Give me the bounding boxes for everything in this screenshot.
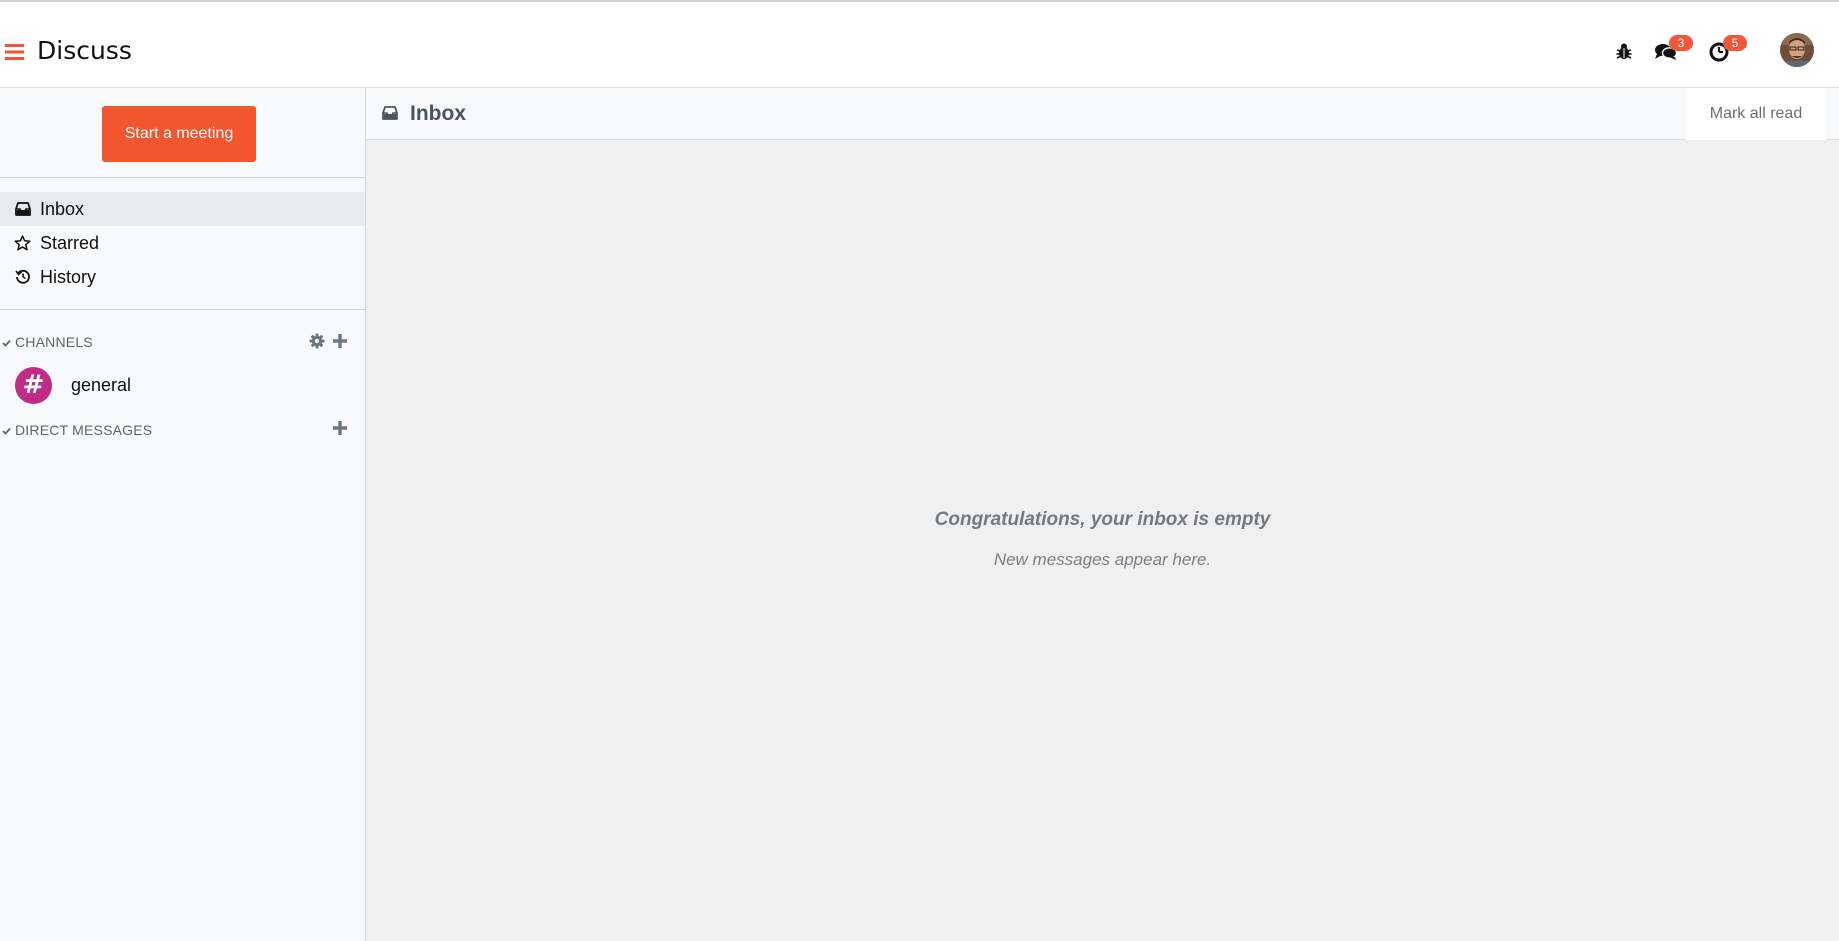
thread-view: Inbox Mark all read Congratulations, you… bbox=[366, 88, 1839, 941]
channel-name: general bbox=[71, 374, 132, 395]
star-icon bbox=[0, 235, 40, 251]
category-channels: CHANNELS bbox=[0, 330, 365, 354]
add-chat-icon[interactable] bbox=[333, 421, 347, 435]
clock-icon bbox=[1708, 42, 1730, 67]
sidebar-divider bbox=[0, 309, 365, 310]
category-channels-label[interactable]: CHANNELS bbox=[15, 334, 93, 350]
sidebar-item-inbox[interactable]: Inbox bbox=[0, 192, 365, 226]
sidebar-item-label: Starred bbox=[40, 232, 100, 253]
sidebar-item-starred[interactable]: Starred bbox=[0, 226, 365, 260]
app-title: Discuss bbox=[37, 36, 132, 65]
gear-icon[interactable] bbox=[309, 333, 325, 349]
messages-count-badge: 3 bbox=[1669, 35, 1693, 51]
add-channel-icon[interactable] bbox=[333, 334, 347, 348]
channel-avatar: # bbox=[15, 366, 52, 404]
category-direct-messages-actions bbox=[333, 421, 347, 435]
history-icon bbox=[0, 269, 40, 285]
chat-bubbles-icon bbox=[1654, 44, 1678, 67]
bug-icon bbox=[1614, 43, 1634, 65]
mark-all-read-button[interactable]: Mark all read bbox=[1686, 88, 1826, 140]
chevron-down-icon[interactable] bbox=[2, 422, 11, 438]
category-direct-messages: DIRECT MESSAGES bbox=[0, 418, 365, 442]
empty-inbox-subtitle: New messages appear here. bbox=[993, 550, 1212, 569]
channel-item-general[interactable]: # general bbox=[0, 362, 365, 408]
top-navbar: Discuss 3 5 bbox=[0, 0, 1839, 88]
sidebar-divider bbox=[0, 177, 365, 178]
activity-menu[interactable]: 5 bbox=[1708, 35, 1747, 67]
discuss-sidebar: Start a meeting Inbox Starred History CH… bbox=[0, 88, 366, 941]
start-meeting-button[interactable]: Start a meeting bbox=[102, 106, 256, 162]
thread-title: Inbox bbox=[410, 102, 466, 125]
empty-inbox-title: Congratulations, your inbox is empty bbox=[934, 509, 1271, 530]
sidebar-item-label: Inbox bbox=[40, 198, 85, 219]
activities-count-badge: 5 bbox=[1723, 35, 1747, 51]
category-direct-messages-label[interactable]: DIRECT MESSAGES bbox=[15, 422, 152, 438]
chevron-down-icon[interactable] bbox=[2, 334, 11, 350]
sidebar-item-history[interactable]: History bbox=[0, 260, 365, 294]
debug-menu[interactable] bbox=[1614, 38, 1640, 64]
user-avatar[interactable] bbox=[1780, 33, 1814, 67]
inbox-icon bbox=[0, 202, 40, 216]
category-channels-actions bbox=[309, 333, 347, 349]
messaging-menu[interactable]: 3 bbox=[1654, 35, 1693, 67]
inbox-icon bbox=[382, 106, 398, 125]
hamburger-menu-icon[interactable] bbox=[5, 43, 25, 61]
sidebar-item-label: History bbox=[40, 266, 97, 287]
thread-header: Inbox Mark all read bbox=[366, 88, 1839, 140]
